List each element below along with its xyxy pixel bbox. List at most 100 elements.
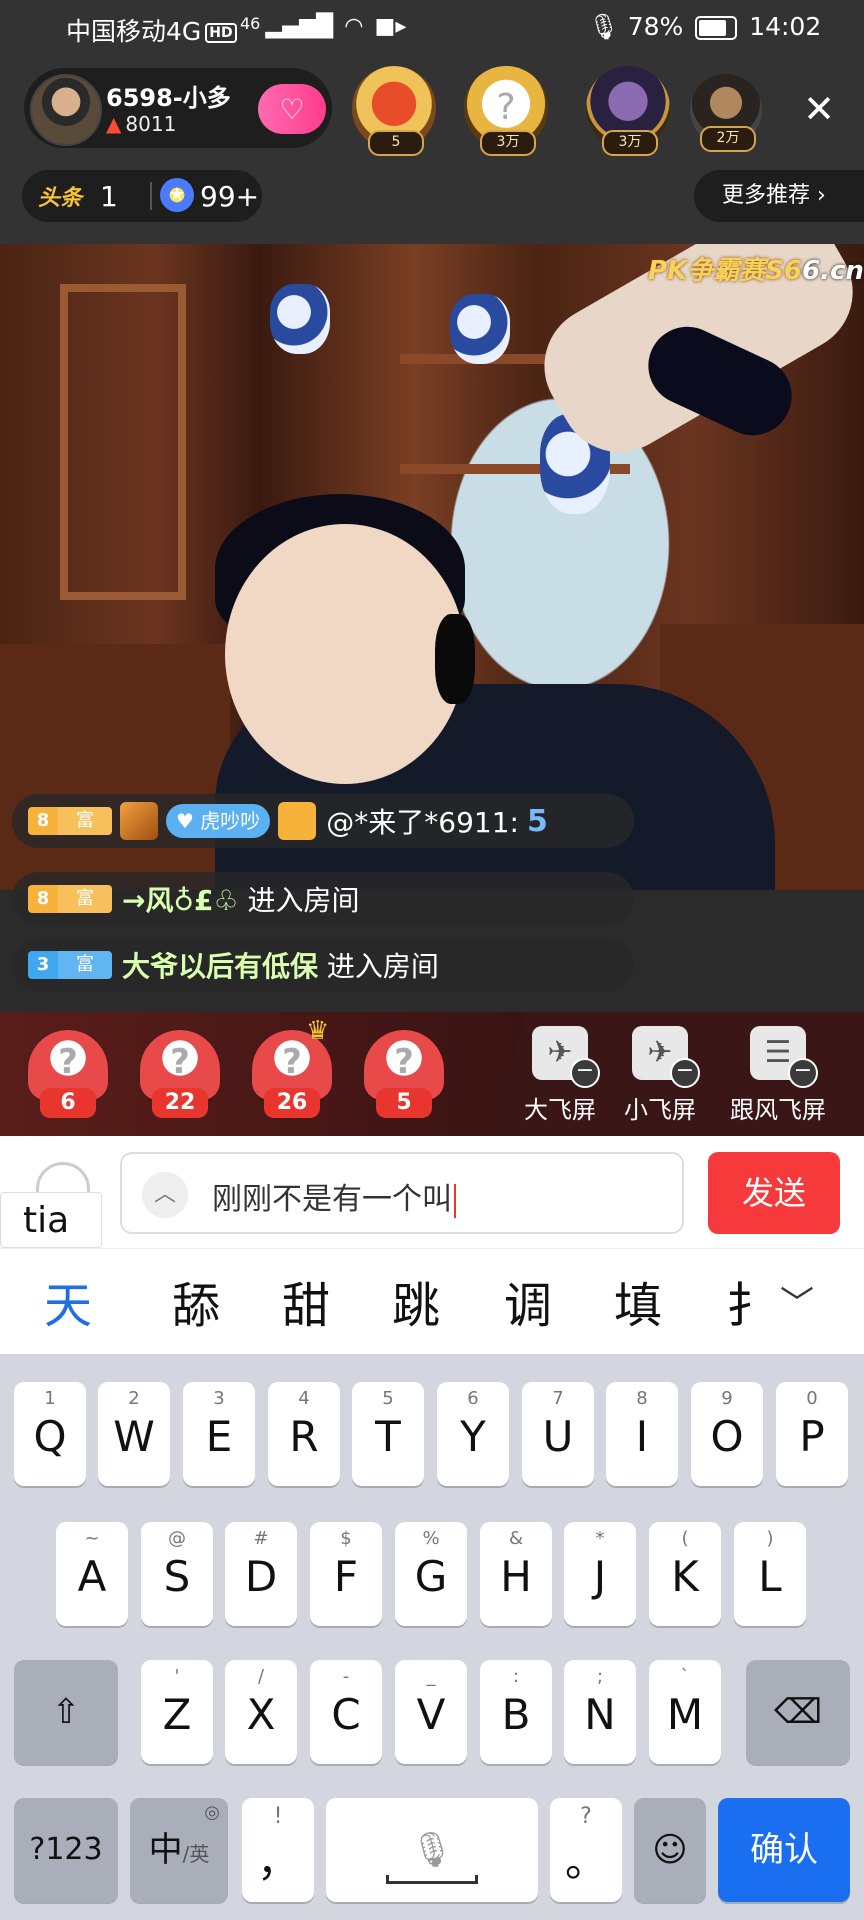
gift-count: 6 bbox=[40, 1088, 96, 1118]
key-n[interactable]: ; N bbox=[564, 1660, 636, 1764]
divider bbox=[150, 182, 152, 210]
candidate-word[interactable]: 天 bbox=[44, 1266, 92, 1336]
rich-level-badge: 8富 bbox=[28, 885, 112, 913]
key-w[interactable]: 2W bbox=[98, 1382, 170, 1486]
signal-icons: 46 ▂▄▆█ ◠ ■▸ bbox=[240, 14, 406, 39]
cabinet bbox=[0, 644, 230, 890]
key-o[interactable]: 9O bbox=[691, 1382, 763, 1486]
chat-message[interactable]: 8富 ♥ 虎吵吵 @*来了*6911: 5 bbox=[12, 794, 634, 848]
gift-count: 26 bbox=[264, 1088, 320, 1118]
confirm-key[interactable]: 确认 bbox=[718, 1798, 850, 1902]
backspace-icon: ⌫ bbox=[773, 1692, 823, 1732]
medal-icon bbox=[120, 802, 158, 840]
key-b[interactable]: :B bbox=[480, 1660, 552, 1764]
toutiao-count: 1 bbox=[100, 180, 118, 213]
watermark-brand: PK争霸赛S6 bbox=[648, 256, 803, 286]
key-d[interactable]: # D bbox=[225, 1522, 297, 1626]
key-u[interactable]: 7U bbox=[522, 1382, 594, 1486]
watermark: PK争霸赛S66.cn bbox=[648, 250, 864, 287]
signal-icon: ▂▄▆█ bbox=[265, 14, 334, 39]
candidate-word[interactable]: 跳 bbox=[392, 1266, 440, 1336]
candidate-word[interactable]: 填 bbox=[614, 1266, 662, 1336]
chat-text: 大爷以后有低保 进入房间 bbox=[122, 950, 439, 983]
candidate-word[interactable]: 调 bbox=[504, 1266, 552, 1336]
space-key[interactable]: 🎙 bbox=[326, 1798, 538, 1902]
comma-key[interactable]: !， bbox=[242, 1798, 314, 1902]
top-fan-avatar-2[interactable]: ? 3万 bbox=[464, 66, 548, 156]
clock: 14:02 bbox=[749, 12, 822, 41]
keyboard: 1Q 2W 3E 4R 5T 6Y 7U 8I 9O 0P ~ A @ S # D $… bbox=[0, 1354, 864, 1920]
rocket-icon: ✈ − bbox=[632, 1026, 700, 1088]
key-a[interactable]: ~ A bbox=[56, 1522, 128, 1626]
crown-icon: ♛ bbox=[306, 1016, 330, 1046]
small-fly-screen-button[interactable]: ✈ − 小飞屏 bbox=[600, 1026, 720, 1126]
host-heat-value: 8011 bbox=[125, 112, 177, 136]
key-q[interactable]: 1Q bbox=[14, 1382, 86, 1486]
chevron-up-icon[interactable]: ︿ bbox=[142, 1172, 188, 1218]
key-k[interactable]: (K bbox=[649, 1522, 721, 1626]
gift-count: 22 bbox=[152, 1088, 208, 1118]
follow-fly-screen-button[interactable]: ☰ − 跟风飞屏 bbox=[718, 1026, 838, 1126]
host-avatar[interactable] bbox=[30, 74, 102, 146]
chat-text: →风♁£♧ 进入房间 bbox=[122, 884, 360, 917]
camera-icon: ■▸ bbox=[374, 14, 407, 39]
top-fan-avatar-3[interactable]: 3万 bbox=[586, 66, 670, 156]
key-s[interactable]: @ S bbox=[141, 1522, 213, 1626]
rich-level-badge: 8富 bbox=[28, 807, 112, 835]
key-v[interactable]: _ V bbox=[395, 1660, 467, 1764]
shift-icon: ⇧ bbox=[51, 1692, 81, 1732]
key-p[interactable]: 0P bbox=[776, 1382, 848, 1486]
flame-icon: ▲ bbox=[106, 112, 122, 136]
emoji-key[interactable]: ☺ bbox=[634, 1798, 706, 1902]
period-key[interactable]: ?。 bbox=[550, 1798, 622, 1902]
mic-icon: 🎙 bbox=[410, 1830, 454, 1870]
top-fan-avatar-4[interactable]: 2万 bbox=[690, 74, 762, 152]
chat-input-text: 刚刚不是有一个叫 bbox=[212, 1174, 456, 1218]
watermark-site: 6.cn bbox=[802, 256, 864, 286]
key-j[interactable]: * J bbox=[564, 1522, 636, 1626]
key-t[interactable]: 5T bbox=[352, 1382, 424, 1486]
backspace-key[interactable]: ⌫ bbox=[746, 1660, 850, 1764]
key-r[interactable]: 4R bbox=[268, 1382, 340, 1486]
chat-message[interactable]: 3富 大爷以后有低保 进入房间 bbox=[12, 938, 634, 992]
fan-tag: 5 bbox=[368, 130, 424, 156]
gift-item[interactable]: ? ♛ 26 bbox=[242, 1016, 342, 1120]
key-c[interactable]: -C bbox=[310, 1660, 382, 1764]
key-z[interactable]: ' Z bbox=[141, 1660, 213, 1764]
chat-message[interactable]: 8富 →风♁£♧ 进入房间 bbox=[12, 872, 634, 926]
gift-item[interactable]: ? 6 bbox=[18, 1030, 118, 1120]
key-x[interactable]: / X bbox=[225, 1660, 297, 1764]
shift-key[interactable]: ⇧ bbox=[14, 1660, 118, 1764]
key-y[interactable]: 6Y bbox=[437, 1382, 509, 1486]
key-i[interactable]: 8I bbox=[606, 1382, 678, 1486]
numbers-mode-key[interactable]: ?123 bbox=[14, 1798, 118, 1902]
more-recommend-button[interactable]: 更多推荐 › bbox=[694, 170, 864, 222]
send-button[interactable]: 发送 bbox=[708, 1152, 840, 1234]
key-m[interactable]: ` M bbox=[649, 1660, 721, 1764]
gift-item[interactable]: ? 22 bbox=[130, 1030, 230, 1120]
carrier-text: 中国移动4G bbox=[66, 17, 202, 46]
key-f[interactable]: $ F bbox=[310, 1522, 382, 1626]
top-fan-avatar-1[interactable]: 5 bbox=[352, 66, 436, 156]
key-h[interactable]: & H bbox=[480, 1522, 552, 1626]
fan-tag: 3万 bbox=[480, 130, 536, 156]
toutiao-label: 头条 bbox=[38, 186, 83, 211]
close-icon[interactable]: ✕ bbox=[794, 84, 844, 134]
chat-username[interactable]: →风♁£♧ bbox=[122, 884, 239, 917]
question-icon: ? bbox=[496, 87, 516, 128]
fan-club-tag: ♥ 虎吵吵 bbox=[166, 804, 271, 838]
chat-username[interactable]: 大爷以后有低保 bbox=[122, 950, 318, 983]
key-l[interactable]: ) L bbox=[734, 1522, 806, 1626]
follow-heart-button[interactable]: ♡ bbox=[258, 84, 326, 134]
key-e[interactable]: 3E bbox=[183, 1382, 255, 1486]
candidate-word[interactable]: 甜 bbox=[282, 1266, 330, 1336]
candidate-word[interactable]: 扌 bbox=[726, 1266, 774, 1336]
gift-item[interactable]: ? 5 bbox=[354, 1030, 454, 1120]
candidate-word[interactable]: 舔 bbox=[172, 1266, 220, 1336]
vase bbox=[270, 284, 330, 354]
mic-icon: 🎙 bbox=[588, 12, 620, 41]
language-switch-key[interactable]: 中/英 ◎ bbox=[130, 1798, 228, 1902]
pinyin-composition: tia bbox=[0, 1192, 102, 1248]
chevron-down-icon[interactable]: ﹀ bbox=[780, 1276, 814, 1325]
key-g[interactable]: % G bbox=[395, 1522, 467, 1626]
